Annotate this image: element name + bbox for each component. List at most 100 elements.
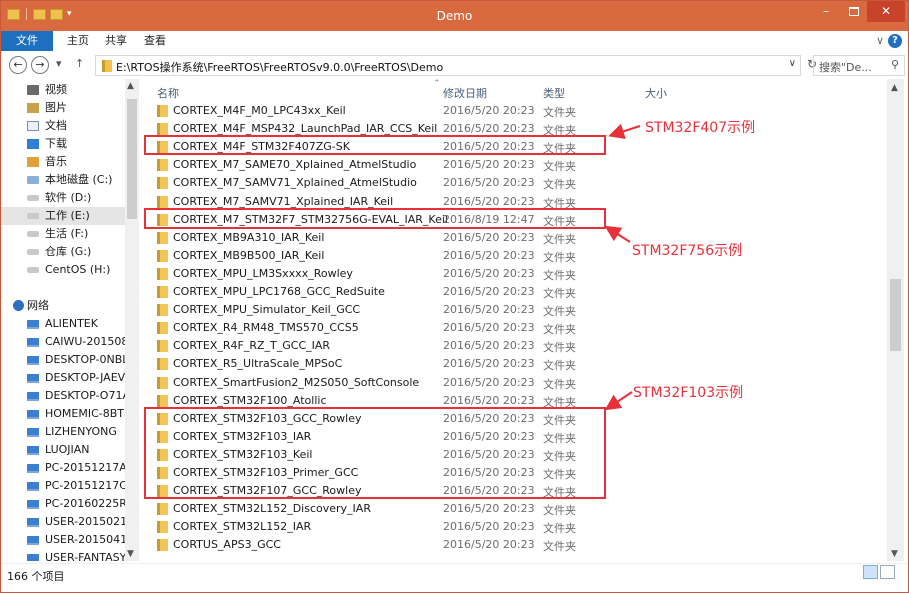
tab-view[interactable]: 查看 xyxy=(134,31,176,51)
column-date[interactable]: 修改日期 xyxy=(443,85,487,101)
file-name: CORTEX_R5_UltraScale_MPSoC xyxy=(173,357,343,371)
folder-icon xyxy=(157,286,168,298)
title-bar[interactable]: ▾ Demo – ✕ xyxy=(1,1,908,31)
file-row[interactable]: CORTEX_M7_SAME70_Xplained_AtmelStudio 201… xyxy=(147,156,887,174)
details-view-button[interactable] xyxy=(863,565,878,579)
file-type: 文件夹 xyxy=(543,250,576,264)
search-input[interactable]: 搜索"De... ⚲ xyxy=(813,55,905,76)
address-bar[interactable]: E:\RTOS操作系统\FreeRTOS\FreeRTOSv9.0.0\Free… xyxy=(95,55,801,76)
nav-item[interactable]: 图片 xyxy=(1,99,125,117)
nav-item-label: 软件 (D:) xyxy=(45,191,92,204)
file-row[interactable]: CORTEX_R4_RM48_TMS570_CCS5 2016/5/20 20:2… xyxy=(147,319,887,337)
column-name[interactable]: 名称 xyxy=(157,85,179,101)
file-row[interactable]: CORTEX_R4F_RZ_T_GCC_IAR 2016/5/20 20:23 文件… xyxy=(147,337,887,355)
nav-item[interactable]: 工作 (E:) xyxy=(1,207,125,225)
column-size[interactable]: 大小 xyxy=(645,85,667,101)
annotation-label-stm32f103: STM32F103示例 xyxy=(633,385,744,401)
file-row[interactable]: CORTEX_STM32L152_Discovery_IAR 2016/5/20 … xyxy=(147,500,887,518)
drive-icon xyxy=(27,195,39,201)
file-row[interactable]: CORTEX_MB9B500_IAR_Keil 2016/5/20 20:23 文件… xyxy=(147,247,887,265)
up-button[interactable]: ↑ xyxy=(75,57,84,70)
maximize-button[interactable] xyxy=(841,1,867,22)
nav-item[interactable]: ALIENTEK xyxy=(1,315,125,333)
help-icon[interactable]: ? xyxy=(888,34,902,48)
back-button[interactable]: ← xyxy=(9,56,27,74)
nav-item[interactable]: CentOS (H:) xyxy=(1,261,125,279)
scroll-up-icon[interactable]: ▲ xyxy=(891,83,898,93)
nav-item[interactable]: 生活 (F:) xyxy=(1,225,125,243)
computer-icon xyxy=(27,320,39,329)
recent-locations-icon[interactable]: ▾ xyxy=(56,57,62,70)
nav-item[interactable]: USER-20150417 xyxy=(1,531,125,549)
nav-item[interactable]: 视频 xyxy=(1,81,125,99)
file-row[interactable]: CORTEX_MPU_LPC1768_GCC_RedSuite 2016/5/20… xyxy=(147,283,887,301)
address-path[interactable]: E:\RTOS操作系统\FreeRTOS\FreeRTOSv9.0.0\Free… xyxy=(116,59,443,75)
address-dropdown-icon[interactable]: ∨ xyxy=(789,58,796,69)
scroll-down-icon[interactable]: ▼ xyxy=(127,549,134,559)
nav-item[interactable]: PC-20151217AA xyxy=(1,459,125,477)
file-row[interactable]: CORTEX_STM32L152_IAR 2016/5/20 20:23 文件夹 xyxy=(147,518,887,536)
computer-icon xyxy=(27,464,39,473)
nav-item-label: PC-20151217CB xyxy=(45,479,125,492)
file-date: 2016/5/20 20:23 xyxy=(443,194,535,208)
nav-item[interactable]: LUOJIAN xyxy=(1,441,125,459)
scroll-down-icon[interactable]: ▼ xyxy=(891,549,898,559)
expand-ribbon-icon[interactable]: ∨ xyxy=(876,34,884,47)
file-name: CORTEX_MPU_Simulator_Keil_GCC xyxy=(173,303,361,317)
file-row[interactable]: CORTEX_MB9A310_IAR_Keil 2016/5/20 20:23 文件… xyxy=(147,229,887,247)
nav-item[interactable]: 软件 (D:) xyxy=(1,189,125,207)
nav-item[interactable]: PC-20160225RE xyxy=(1,495,125,513)
nav-item[interactable]: USER-20150210 xyxy=(1,513,125,531)
nav-item[interactable]: CAIWU-2015080 xyxy=(1,333,125,351)
file-name: CORTEX_M7_SAME70_Xplained_AtmelStudio xyxy=(173,158,417,172)
minimize-button[interactable]: – xyxy=(813,1,839,22)
file-type: 文件夹 xyxy=(543,268,576,282)
tab-file[interactable]: 文件 xyxy=(1,31,53,51)
file-list-scrollbar[interactable]: ▲ ▼ xyxy=(887,79,904,561)
nav-item[interactable]: DESKTOP-0NBLF xyxy=(1,351,125,369)
close-button[interactable]: ✕ xyxy=(867,1,905,22)
file-row[interactable]: CORTEX_SmartFusion2_M2S050_SoftConsole 20… xyxy=(147,374,887,392)
nav-item[interactable]: 下载 xyxy=(1,135,125,153)
nav-item-label: HOMEMIC-8BT8 xyxy=(45,407,125,420)
nav-item[interactable]: PC-20151217CB xyxy=(1,477,125,495)
computer-icon xyxy=(27,392,39,401)
file-date: 2016/5/20 20:23 xyxy=(443,230,535,244)
nav-item[interactable]: 音乐 xyxy=(1,153,125,171)
file-date: 2016/5/20 20:23 xyxy=(443,375,535,389)
search-icon[interactable]: ⚲ xyxy=(891,58,899,71)
file-row[interactable]: CORTUS_APS3_GCC 2016/5/20 20:23 文件夹 xyxy=(147,536,887,554)
nav-item[interactable]: DESKTOP-JAEVE xyxy=(1,369,125,387)
nav-item[interactable]: DESKTOP-O71A xyxy=(1,387,125,405)
video-icon xyxy=(27,85,39,95)
nav-item[interactable]: 网络 xyxy=(1,297,125,315)
nav-item[interactable]: USER-FANTASY xyxy=(1,549,125,561)
nav-item[interactable]: LIZHENYONG xyxy=(1,423,125,441)
large-icons-view-button[interactable] xyxy=(880,565,895,579)
nav-item[interactable]: HOMEMIC-8BT8 xyxy=(1,405,125,423)
file-row[interactable]: CORTEX_MPU_LM3Sxxxx_Rowley 2016/5/20 20:2… xyxy=(147,265,887,283)
scroll-up-icon[interactable]: ▲ xyxy=(127,81,134,91)
file-row[interactable]: CORTEX_R5_UltraScale_MPSoC 2016/5/20 20:2… xyxy=(147,355,887,373)
scroll-thumb[interactable] xyxy=(127,99,137,219)
column-type[interactable]: 类型 xyxy=(543,85,565,101)
nav-item[interactable]: 本地磁盘 (C:) xyxy=(1,171,125,189)
file-row[interactable]: CORTEX_MPU_Simulator_Keil_GCC 2016/5/20 2… xyxy=(147,301,887,319)
nav-item-label: USER-20150210 xyxy=(45,515,125,528)
nav-item-label: DESKTOP-JAEVE xyxy=(45,371,125,384)
folder-icon xyxy=(157,304,168,317)
tab-share[interactable]: 共享 xyxy=(95,31,137,51)
file-name: CORTEX_SmartFusion2_M2S050_SoftConsole xyxy=(173,375,420,389)
file-row[interactable]: CORTEX_M7_SAMV71_Xplained_AtmelStudio 201… xyxy=(147,174,887,192)
file-row[interactable]: CORTEX_M4F_M0_LPC43xx_Keil 2016/5/20 20:2… xyxy=(147,102,887,120)
nav-item-label: PC-20160225RE xyxy=(45,497,125,510)
forward-button[interactable]: → xyxy=(31,56,49,74)
file-name: CORTUS_APS3_GCC xyxy=(173,538,281,552)
scroll-thumb[interactable] xyxy=(890,279,901,351)
nav-item[interactable]: 文档 xyxy=(1,117,125,135)
nav-pane-scrollbar[interactable]: ▲ ▼ xyxy=(125,79,139,561)
nav-item[interactable]: 仓库 (G:) xyxy=(1,243,125,261)
tab-home[interactable]: 主页 xyxy=(57,31,99,51)
file-name: CORTEX_MB9B500_IAR_Keil xyxy=(173,248,325,262)
file-type: 文件夹 xyxy=(543,106,576,119)
